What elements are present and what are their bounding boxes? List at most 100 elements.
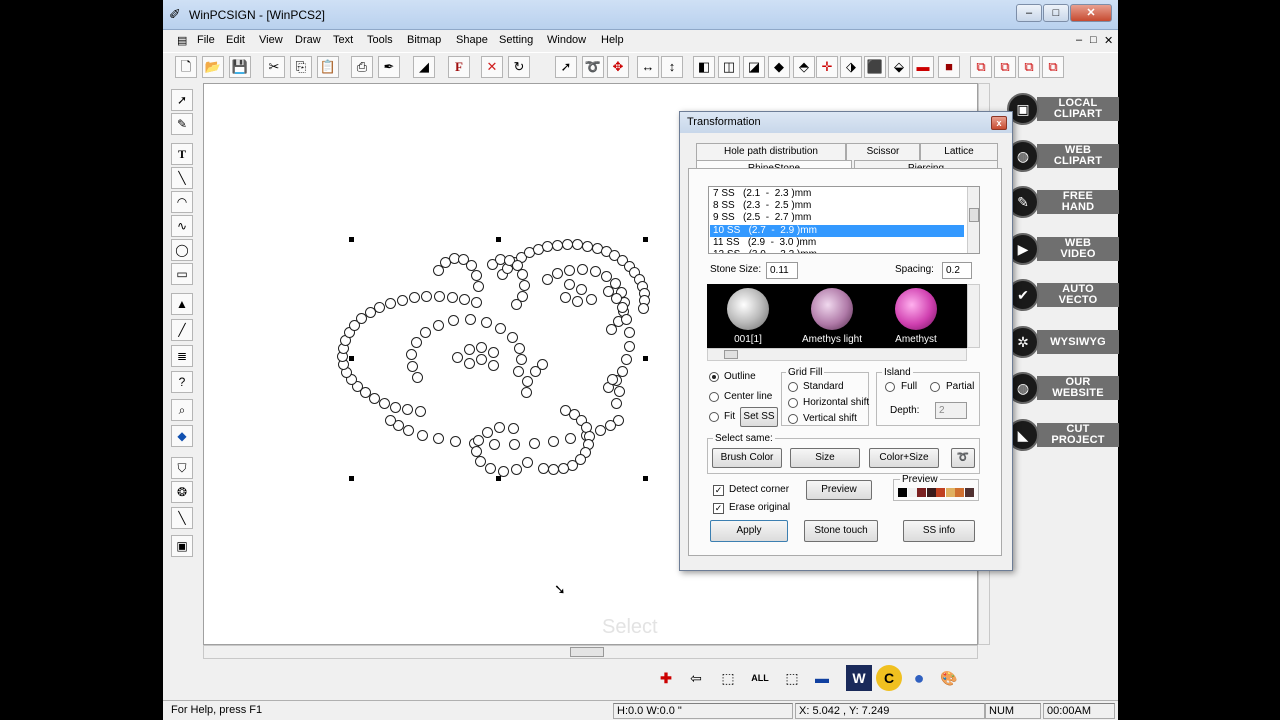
menu-file[interactable]: File bbox=[197, 34, 215, 46]
zoom-in-icon[interactable]: ✚ bbox=[653, 665, 679, 691]
sub-minimize-button[interactable]: – bbox=[1076, 34, 1082, 46]
fill-tool-icon[interactable]: ◆ bbox=[171, 425, 193, 447]
erase-original-checkbox[interactable]: ✓ bbox=[713, 503, 724, 514]
outline-radio[interactable] bbox=[709, 372, 719, 382]
cut-icon[interactable]: ✂ bbox=[263, 56, 285, 78]
replace-tool-icon[interactable]: ? bbox=[171, 371, 193, 393]
vertical-shift-radio[interactable] bbox=[788, 414, 798, 424]
arc-tool-icon[interactable]: ◠ bbox=[171, 191, 193, 213]
menu-text[interactable]: Text bbox=[333, 34, 353, 46]
selection-handle[interactable] bbox=[643, 476, 648, 481]
right-panel-button[interactable]: CUT PROJECT ◣ bbox=[1007, 417, 1119, 453]
layer-2-icon[interactable]: ⧉ bbox=[994, 56, 1016, 78]
close-button[interactable]: ✕ bbox=[1070, 4, 1112, 22]
apply-button[interactable]: Apply bbox=[710, 520, 788, 542]
stone-size-option[interactable]: 7 SS (2.1 - 2.3 )mm bbox=[710, 188, 964, 200]
stone-touch-button[interactable]: Stone touch bbox=[804, 520, 878, 542]
rhinestone-tool-icon[interactable]: ❂ bbox=[171, 481, 193, 503]
detect-corner-checkbox[interactable]: ✓ bbox=[713, 485, 724, 496]
pointer-tool-icon[interactable]: ➚ bbox=[171, 89, 193, 111]
redo-icon[interactable]: ↻ bbox=[508, 56, 530, 78]
zoom-all-icon[interactable]: ALL bbox=[747, 665, 773, 691]
print-icon[interactable]: ⎙ bbox=[351, 56, 373, 78]
stone-swatch-amethyst[interactable] bbox=[895, 288, 937, 330]
menu-draw[interactable]: Draw bbox=[295, 34, 321, 46]
select-lasso-icon[interactable]: ➰ bbox=[951, 448, 975, 468]
zoom-tool-icon[interactable]: ⌕ bbox=[171, 399, 193, 421]
paste-icon[interactable]: 📋 bbox=[317, 56, 339, 78]
island-partial-radio[interactable] bbox=[930, 382, 940, 392]
stone-size-list[interactable]: 7 SS (2.1 - 2.3 )mm 8 SS (2.3 - 2.5 )mm 9 … bbox=[708, 186, 980, 254]
output-icon[interactable]: ✒ bbox=[378, 56, 400, 78]
dialog-close-button[interactable]: x bbox=[991, 116, 1007, 130]
menu-help[interactable]: Help bbox=[601, 34, 624, 46]
delete-icon[interactable]: ✕ bbox=[481, 56, 503, 78]
group-icon[interactable]: ⬙ bbox=[888, 56, 910, 78]
new-icon[interactable]: 🗋 bbox=[175, 56, 197, 78]
move-icon[interactable]: ✥ bbox=[607, 56, 629, 78]
knife-tool-icon[interactable]: ╱ bbox=[171, 319, 193, 341]
brush-color-button[interactable]: Brush Color bbox=[712, 448, 782, 468]
c-logo-icon[interactable]: C bbox=[876, 665, 902, 691]
layer-4-icon[interactable]: ⧉ bbox=[1042, 56, 1064, 78]
flip-vertical-icon[interactable]: ↕ bbox=[661, 56, 683, 78]
fill-icon[interactable]: ⬘ bbox=[793, 56, 815, 78]
list-scroll-thumb[interactable] bbox=[969, 208, 979, 222]
maximize-button[interactable]: □ bbox=[1043, 4, 1069, 22]
align-icon[interactable]: ◧ bbox=[693, 56, 715, 78]
open-icon[interactable]: 📂 bbox=[202, 56, 224, 78]
selection-handle[interactable] bbox=[349, 356, 354, 361]
right-panel-button[interactable]: WEB VIDEO ▶ bbox=[1007, 231, 1119, 267]
set-ss-button[interactable]: Set SS bbox=[740, 407, 778, 427]
color-size-button[interactable]: Color+Size bbox=[869, 448, 939, 468]
right-panel-button[interactable]: WYSIWYG ✲ bbox=[1007, 324, 1119, 360]
zoom-out-icon[interactable]: ▬ bbox=[809, 665, 835, 691]
rotate-icon[interactable]: ⬗ bbox=[840, 56, 862, 78]
ellipse-tool-icon[interactable]: ◯ bbox=[171, 239, 193, 261]
tab-hole-path[interactable]: Hole path distribution bbox=[696, 143, 846, 160]
lasso-icon[interactable]: ➰ bbox=[582, 56, 604, 78]
stone-size-option[interactable]: 12 SS (3.0 - 3.2 )mm bbox=[710, 249, 964, 253]
selection-handle[interactable] bbox=[643, 356, 648, 361]
layer-3-icon[interactable]: ⧉ bbox=[1018, 56, 1040, 78]
layer-1-icon[interactable]: ⧉ bbox=[970, 56, 992, 78]
zoom-previous-icon[interactable]: ⇦ bbox=[683, 665, 709, 691]
standard-radio[interactable] bbox=[788, 382, 798, 392]
zoom-selected-icon[interactable]: ⬚ bbox=[779, 665, 805, 691]
selection-handle[interactable] bbox=[496, 237, 501, 242]
horizontal-shift-radio[interactable] bbox=[788, 398, 798, 408]
flip-horizontal-icon[interactable]: ↔ bbox=[637, 56, 659, 78]
menu-bitmap[interactable]: Bitmap bbox=[407, 34, 441, 46]
globe-icon[interactable]: ● bbox=[906, 665, 932, 691]
palette-icon[interactable]: 🎨 bbox=[936, 665, 962, 691]
center-line-radio[interactable] bbox=[709, 392, 719, 402]
menu-shape[interactable]: Shape bbox=[456, 34, 488, 46]
break-icon[interactable]: ▬ bbox=[912, 56, 934, 78]
menu-setting[interactable]: Setting bbox=[499, 34, 533, 46]
list-scrollbar[interactable] bbox=[967, 187, 979, 253]
menu-tools[interactable]: Tools bbox=[367, 34, 393, 46]
stone-size-option[interactable]: 8 SS (2.3 - 2.5 )mm bbox=[710, 200, 964, 212]
line-tool-icon[interactable]: ╲ bbox=[171, 167, 193, 189]
save-icon[interactable]: 💾 bbox=[229, 56, 251, 78]
menu-edit[interactable]: Edit bbox=[226, 34, 245, 46]
node-edit-tool-icon[interactable]: ✎ bbox=[171, 113, 193, 135]
preview-button[interactable]: Preview bbox=[806, 480, 872, 500]
font-icon[interactable]: F bbox=[448, 56, 470, 78]
right-panel-button[interactable]: WEB CLIPART ◍ bbox=[1007, 138, 1119, 174]
right-panel-button[interactable]: AUTO VECTO ✔ bbox=[1007, 277, 1119, 313]
menu-window[interactable]: Window bbox=[547, 34, 586, 46]
plotter-icon[interactable]: ◢ bbox=[413, 56, 435, 78]
right-panel-button[interactable]: OUR WEBSITE ◍ bbox=[1007, 370, 1119, 406]
text-edit-tool-icon[interactable]: ≣ bbox=[171, 345, 193, 367]
stone-size-input[interactable]: 0.11 bbox=[766, 262, 798, 279]
palette-horizontal-scrollbar[interactable] bbox=[707, 348, 967, 361]
tab-scissor[interactable]: Scissor bbox=[846, 143, 920, 160]
pen-tool-icon[interactable]: ╲ bbox=[171, 507, 193, 529]
node-icon[interactable]: ✛ bbox=[816, 56, 838, 78]
palette-vertical-scrollbar[interactable] bbox=[967, 284, 980, 348]
selection-handle[interactable] bbox=[496, 476, 501, 481]
contour-icon[interactable]: ⬛ bbox=[864, 56, 886, 78]
rectangle-tool-icon[interactable]: ▭ bbox=[171, 263, 193, 285]
bucket-tool-icon[interactable]: ⛉ bbox=[171, 457, 193, 479]
